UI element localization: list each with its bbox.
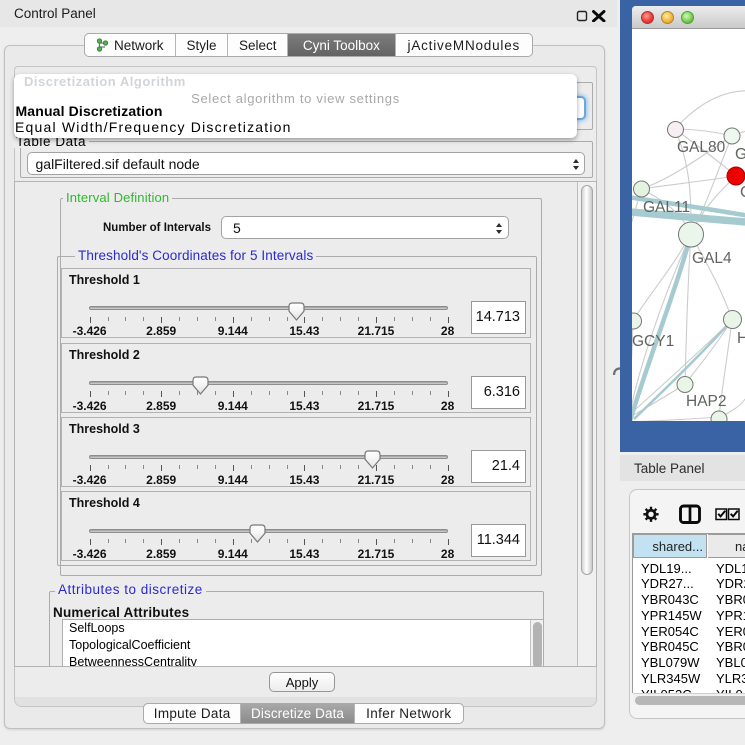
svg-text:GAL80: GAL80 [677,139,726,156]
svg-text:GAL11: GAL11 [643,199,690,216]
svg-text:C: C [740,184,745,201]
svg-text:GCY1: GCY1 [632,333,674,350]
svg-text:H: H [737,330,745,347]
svg-text:GAL4: GAL4 [692,250,732,267]
svg-text:HAP2: HAP2 [686,393,727,410]
svg-text:GA: GA [735,146,745,163]
